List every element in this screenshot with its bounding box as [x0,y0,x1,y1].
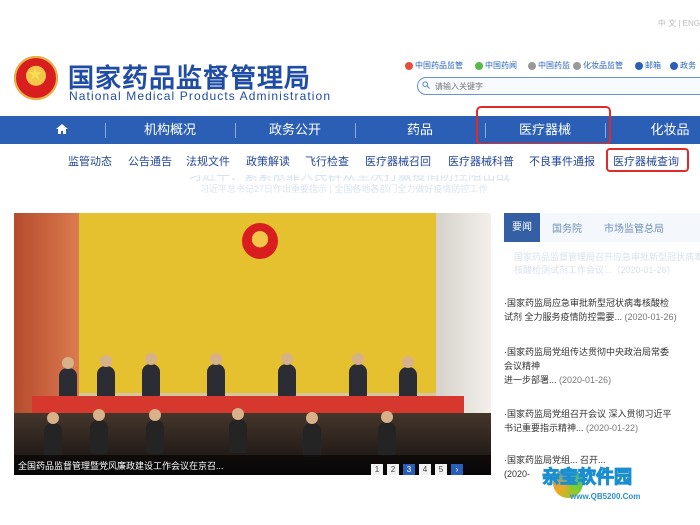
top-link-government[interactable]: 政务 [670,60,696,71]
watermark: 亲宝软件园 www.QB5200.Com [505,465,700,521]
language-links[interactable]: 中 文 | ENG [658,18,700,29]
meeting-emblem [242,223,278,259]
faded-subline: 习近平总书记27日作出重要指示 | 全国各地各部门全力做好疫情防控工作 [200,184,488,194]
watermark-name: 亲宝软件园 [542,467,633,488]
person-silhouette [142,353,160,398]
top-link-cosmetics[interactable]: 化妆品监管 [573,60,623,71]
top-link-mail[interactable]: 邮箱 [635,60,661,71]
news-item[interactable]: ·国家药监局党组召开会议 深入贯彻习近平 书记重要指示精神... (2020-0… [504,407,700,435]
subnav-regulatory-news[interactable]: 监管动态 [68,153,112,169]
subnav-flight-inspection[interactable]: 飞行检查 [305,153,349,169]
audience-silhouette [229,408,247,453]
search-input[interactable] [433,80,647,93]
person-silhouette [207,353,225,398]
phone-icon [528,61,536,70]
wechat-icon [475,61,483,70]
person-silhouette [97,355,115,400]
news-tabs: 要闻 国务院 市场监管总局 [504,213,700,242]
carousel-page-1[interactable]: 1 [371,464,383,475]
carousel-next-button[interactable]: › [451,464,463,475]
mail-icon [635,61,643,70]
person-silhouette [349,353,367,398]
carousel-page-4[interactable]: 4 [419,464,431,475]
nav-drugs[interactable]: 药品 [360,116,480,144]
top-link-drug-news[interactable]: 中国药闻 [475,60,517,71]
search-icon [422,81,430,89]
audience-silhouette [146,409,164,454]
audience-silhouette [44,412,62,457]
subnav-device-recall[interactable]: 医疗器械召回 [365,153,431,169]
nav-institution-overview[interactable]: 机构概况 [110,116,230,144]
subnav-adverse-events[interactable]: 不良事件通报 [529,153,595,169]
home-icon[interactable] [55,123,69,135]
subnav-regulations[interactable]: 法规文件 [186,153,230,169]
carousel-page-2[interactable]: 2 [387,464,399,475]
audience-silhouette [378,411,396,456]
device-query-highlight-box [606,148,689,172]
carousel-caption[interactable]: 全国药品监督管理暨党风廉政建设工作会议在京召... [18,459,224,472]
medical-devices-highlight-box [476,106,611,145]
nav-cosmetics[interactable]: 化妆品 [610,116,700,144]
search-box[interactable] [417,77,700,95]
news-item[interactable]: ·国家药监局应急审批新型冠状病毒核酸检 试剂 全力服务疫情防控需要... (20… [504,296,700,324]
audience-silhouette [90,409,108,454]
faded-news-text: 国家药品监督管理局召开应急审批新型冠状病毒 核酸检测试剂工作会议...（2020… [514,252,700,275]
document-icon [573,61,581,70]
news-item[interactable]: ·国家药监局党组传达贯彻中央政治局常委 会议精神 进一步部署... (2020-… [504,345,700,387]
medical-devices-subnavigation: 监管动态 公告通告 法规文件 政策解读 飞行检查 医疗器械召回 医疗器械科普 不… [0,144,700,175]
watermark-url: www.QB5200.Com [570,492,641,501]
person-silhouette [278,353,296,398]
carousel-page-3[interactable]: 3 [403,464,415,475]
tab-state-council[interactable]: 国务院 [552,220,582,235]
nav-government-affairs[interactable]: 政务公开 [240,116,350,144]
site-title-english[interactable]: National Medical Products Administration [69,89,331,103]
tab-headlines[interactable]: 要闻 [504,213,540,242]
news-carousel[interactable]: 全国药品监督管理暨党风廉政建设工作会议在京召... 1 2 3 4 5 › [14,213,491,475]
weibo-icon [405,61,413,70]
tab-market-supervision[interactable]: 市场监管总局 [604,220,664,235]
national-emblem-logo [14,56,58,100]
subnav-announcements[interactable]: 公告通告 [128,153,172,169]
carousel-pager: 1 2 3 4 5 › [367,459,463,475]
carousel-page-5[interactable]: 5 [435,464,447,475]
top-links: 中国药品监管 中国药闻 中国药监 化妆品监管 邮箱 政务 [405,60,700,74]
audience-silhouette [303,412,321,457]
subnav-policy-interpretation[interactable]: 政策解读 [246,153,290,169]
government-icon [670,61,678,70]
top-link-drug-supervision[interactable]: 中国药品监管 [405,60,463,71]
top-link-drug-regulation[interactable]: 中国药监 [528,60,570,71]
subnav-device-science[interactable]: 医疗器械科普 [448,153,514,169]
header: 中 文 | ENG 国家药品监督管理局 National Medical Pro… [0,0,700,116]
